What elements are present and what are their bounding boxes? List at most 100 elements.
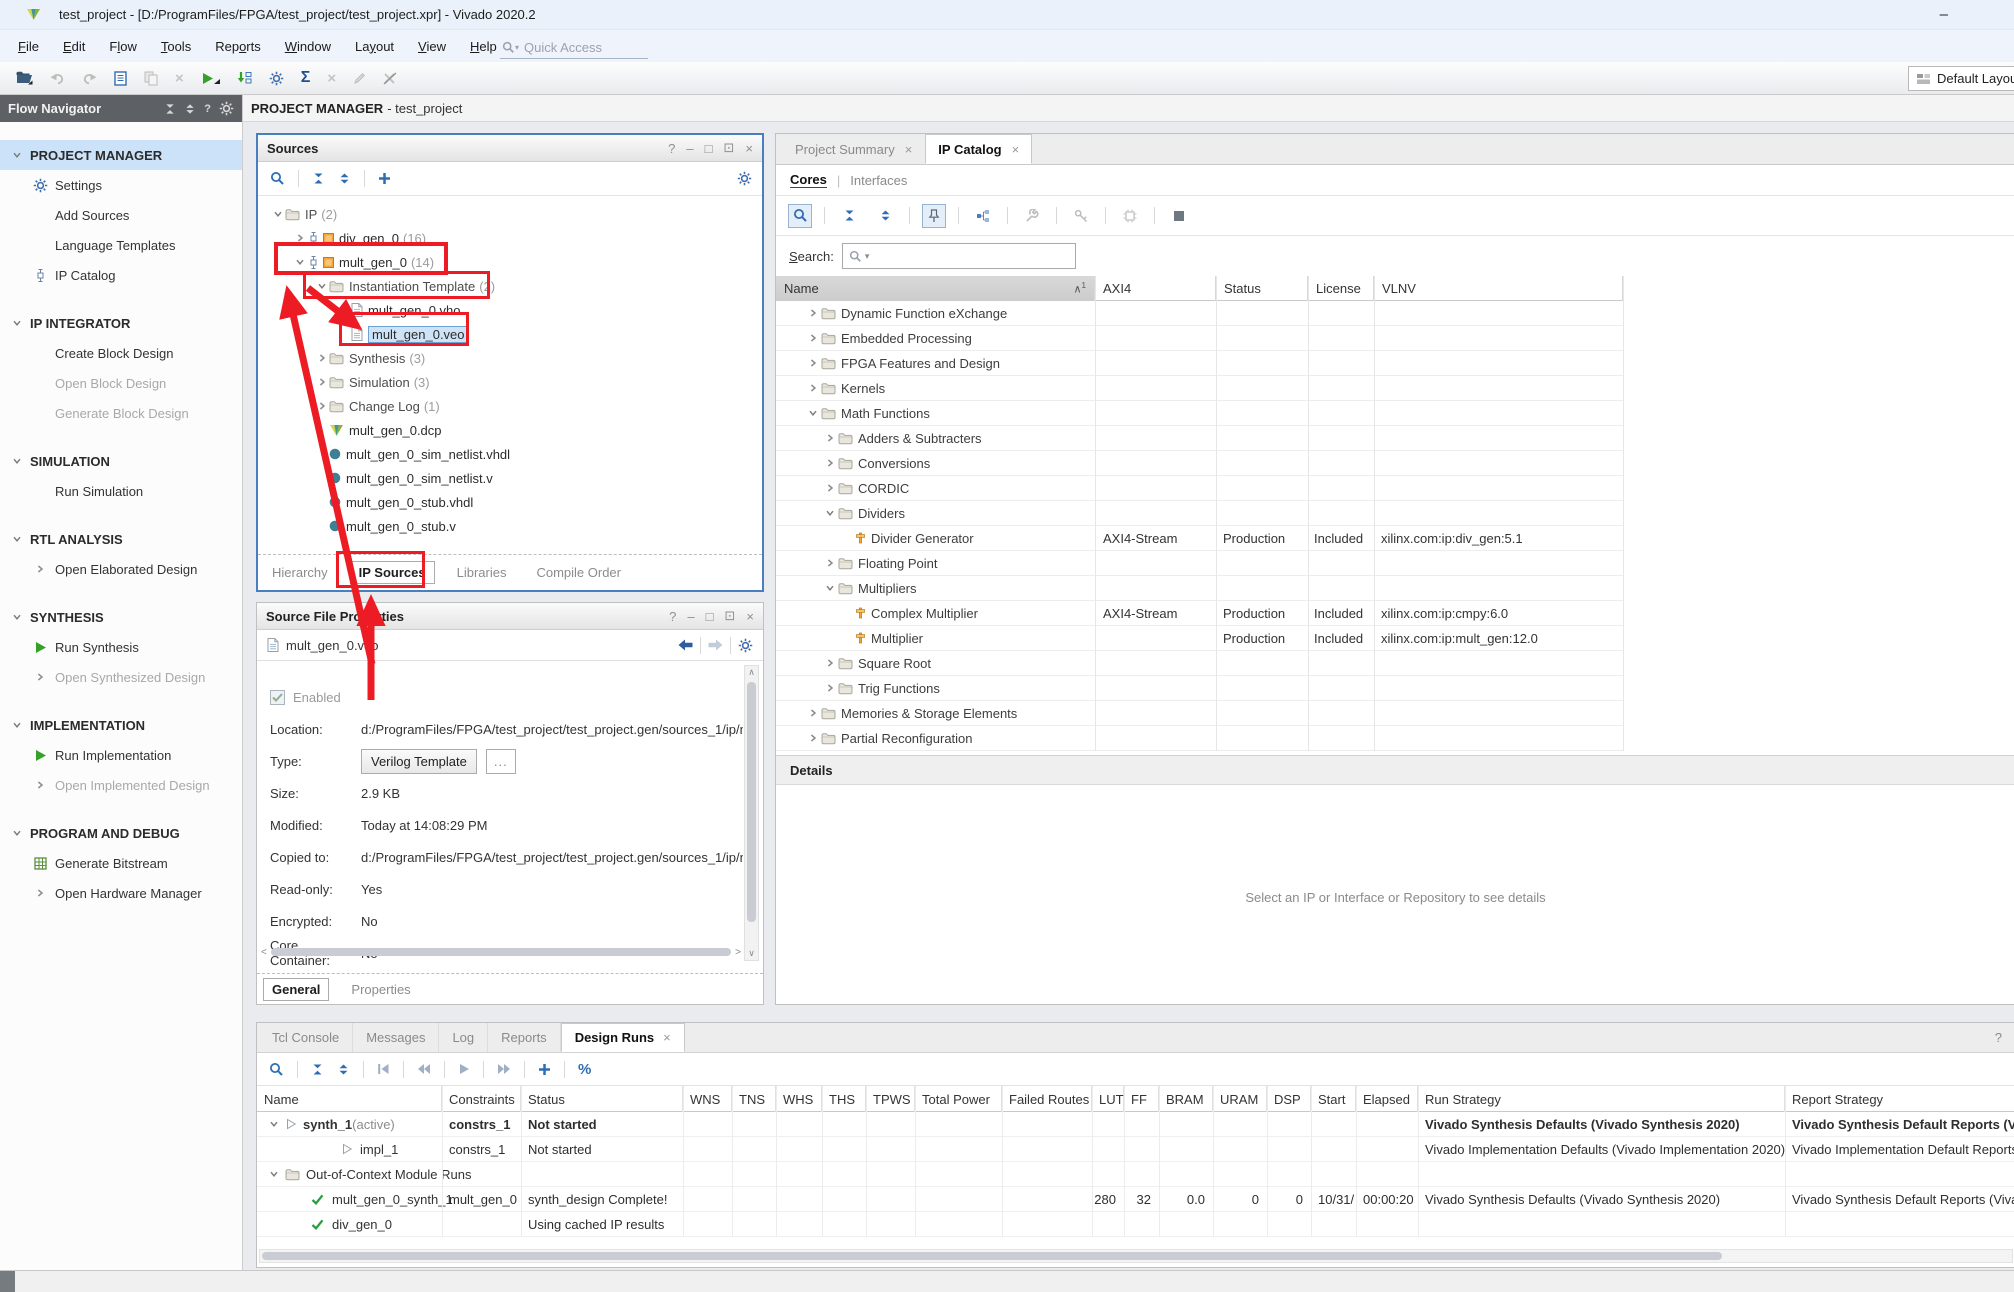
chevron-right-icon[interactable] (821, 433, 838, 443)
tab-compile-order[interactable]: Compile Order (528, 562, 629, 583)
collapse-all-icon[interactable] (837, 204, 861, 228)
tab-tcl-console[interactable]: Tcl Console (259, 1023, 353, 1052)
column-header-dsp[interactable]: DSP (1267, 1086, 1311, 1112)
flow-item-open-elaborated-design[interactable]: Open Elaborated Design (0, 554, 242, 584)
scroll-down-icon[interactable]: ∨ (745, 948, 758, 959)
close-icon[interactable]: × (1012, 142, 1020, 157)
chevron-right-icon[interactable] (804, 333, 821, 343)
percent-icon[interactable]: % (578, 1061, 591, 1078)
column-header-license[interactable]: License (1308, 276, 1374, 301)
minimize-icon[interactable]: – (687, 609, 694, 624)
cancel-icon[interactable] (383, 72, 397, 85)
help-icon[interactable]: ? (204, 103, 211, 115)
catalog-row-cordic[interactable]: CORDIC (776, 476, 1623, 501)
collapse-all-icon[interactable] (164, 103, 176, 115)
tree-item-mult-gen-0-dcp[interactable]: mult_gen_0.dcp (258, 418, 758, 442)
column-header-ths[interactable]: THS (822, 1086, 866, 1112)
chevron-right-icon[interactable] (292, 233, 307, 243)
enabled-checkbox[interactable] (270, 690, 285, 705)
collapse-all-icon[interactable] (312, 172, 325, 185)
chevron-right-icon[interactable] (821, 483, 838, 493)
chevron-down-icon[interactable] (314, 281, 329, 291)
flow-item-create-block-design[interactable]: Create Block Design (0, 338, 242, 368)
customize-ip-icon[interactable] (1020, 204, 1044, 228)
horizontal-scrollbar[interactable] (259, 1249, 2013, 1263)
flow-item-open-hardware-manager[interactable]: Open Hardware Manager (0, 878, 242, 908)
chevron-right-icon[interactable] (821, 458, 838, 468)
help-icon[interactable]: ? (1995, 1030, 2002, 1045)
tree-item-mult-gen-0[interactable]: mult_gen_0(14) (258, 250, 758, 274)
catalog-row-trig-functions[interactable]: Trig Functions (776, 676, 1623, 701)
column-header-axi4[interactable]: AXI4 (1095, 276, 1216, 301)
chevron-right-icon[interactable] (804, 708, 821, 718)
column-header-tns[interactable]: TNS (732, 1086, 776, 1112)
tab-log[interactable]: Log (439, 1023, 488, 1052)
column-header-name[interactable]: Name∧1 (776, 276, 1095, 301)
chevron-down-icon[interactable] (12, 318, 22, 328)
save-icon[interactable] (114, 71, 127, 86)
chevron-down-icon[interactable] (269, 1169, 279, 1179)
add-sources-icon[interactable] (378, 172, 391, 185)
subtab-interfaces[interactable]: Interfaces (850, 173, 907, 188)
expand-all-icon[interactable] (338, 172, 351, 185)
catalog-row-fpga-features-and-design[interactable]: FPGA Features and Design (776, 351, 1623, 376)
chevron-down-icon[interactable] (12, 534, 22, 544)
horizontal-scrollbar[interactable]: < > (261, 945, 741, 959)
menu-item-view[interactable]: View (418, 39, 446, 54)
maximize-icon[interactable]: □ (706, 609, 714, 624)
delete-icon[interactable]: × (175, 70, 184, 87)
tree-item-mult-gen-0-sim-netlist-v[interactable]: mult_gen_0_sim_netlist.v (258, 466, 758, 490)
flow-item-language-templates[interactable]: Language Templates (0, 230, 242, 260)
next-run-icon[interactable] (497, 1063, 511, 1075)
stop-icon[interactable] (1167, 204, 1191, 228)
tree-item-mult-gen-0-stub-v[interactable]: mult_gen_0_stub.v (258, 514, 758, 538)
search-icon[interactable] (269, 1062, 284, 1077)
flow-item-open-synthesized-design[interactable]: Open Synthesized Design (0, 662, 242, 692)
column-header-vlnv[interactable]: VLNV (1374, 276, 1623, 301)
catalog-row-multipliers[interactable]: Multipliers (776, 576, 1623, 601)
ellipsis-button[interactable]: ... (486, 749, 516, 774)
subtab-cores[interactable]: Cores (790, 172, 827, 188)
scroll-right-icon[interactable]: > (735, 947, 741, 958)
tree-item-mult-gen-0-vho[interactable]: mult_gen_0.vho (258, 298, 758, 322)
close-icon[interactable]: × (905, 142, 913, 157)
catalog-row-partial-reconfiguration[interactable]: Partial Reconfiguration (776, 726, 1623, 751)
flow-item-generate-block-design[interactable]: Generate Block Design (0, 398, 242, 428)
chevron-down-icon[interactable] (821, 508, 838, 518)
menu-item-file[interactable]: File (18, 39, 39, 54)
catalog-row-dividers[interactable]: Dividers (776, 501, 1623, 526)
previous-run-icon[interactable] (417, 1063, 431, 1075)
tab-general[interactable]: General (263, 978, 329, 1001)
flow-item-run-simulation[interactable]: Run Simulation (0, 476, 242, 506)
tab-ip-sources[interactable]: IP Sources (350, 561, 435, 584)
chevron-down-icon[interactable] (12, 456, 22, 466)
search-icon[interactable] (788, 204, 812, 228)
close-icon[interactable]: × (745, 141, 753, 156)
help-icon[interactable]: ? (668, 141, 675, 156)
menu-item-layout[interactable]: Layout (355, 39, 394, 54)
tree-item-mult-gen-0-stub-vhdl[interactable]: mult_gen_0_stub.vhdl (258, 490, 758, 514)
undo-icon[interactable] (50, 72, 65, 85)
collapse-all-icon[interactable] (311, 1063, 324, 1076)
flow-item-run-implementation[interactable]: Run Implementation (0, 740, 242, 770)
chevron-down-icon[interactable] (292, 257, 307, 267)
tab-design-runs[interactable]: Design Runs× (561, 1023, 685, 1052)
layout-selector[interactable]: Default Layout (1908, 66, 2014, 91)
flow-section-rtl-analysis[interactable]: RTL ANALYSIS (0, 524, 242, 554)
catalog-row-embedded-processing[interactable]: Embedded Processing (776, 326, 1623, 351)
column-header-report-strategy[interactable]: Report Strategy (1785, 1086, 2014, 1112)
chevron-right-icon[interactable] (314, 377, 329, 387)
flow-section-project-manager[interactable]: PROJECT MANAGER (0, 140, 242, 170)
chevron-right-icon[interactable] (821, 658, 838, 668)
hierarchy-view-icon[interactable] (971, 204, 995, 228)
menu-item-flow[interactable]: Flow (109, 39, 136, 54)
doc-tab-project-summary[interactable]: Project Summary× (782, 134, 925, 164)
chevron-right-icon[interactable] (804, 358, 821, 368)
column-header-constraints[interactable]: Constraints (442, 1086, 521, 1112)
type-button[interactable]: Verilog Template (361, 749, 477, 774)
gear-icon[interactable] (737, 171, 752, 186)
chevron-down-icon[interactable] (269, 1119, 279, 1129)
forward-arrow-icon[interactable] (708, 639, 723, 651)
chevron-right-icon[interactable] (821, 558, 838, 568)
chevron-right-icon[interactable] (314, 353, 329, 363)
